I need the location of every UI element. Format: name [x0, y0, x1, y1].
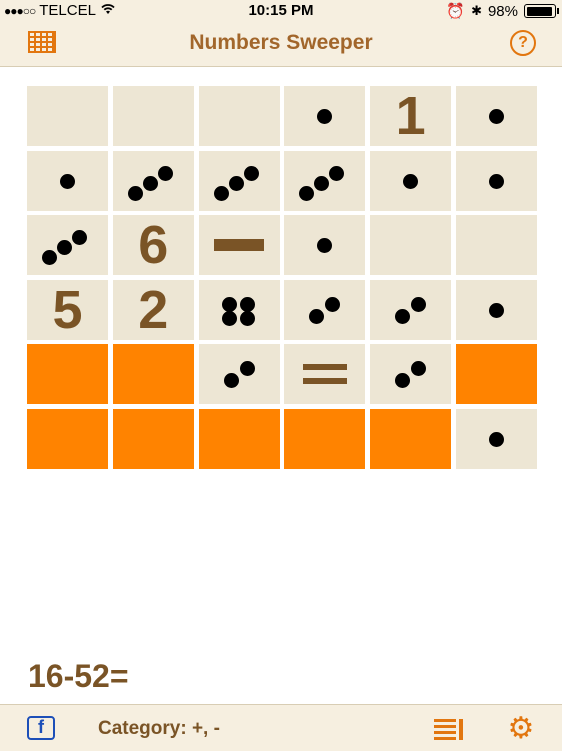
minus-icon — [214, 239, 265, 251]
board-cell[interactable] — [284, 344, 366, 404]
board-cell-dots[interactable] — [284, 86, 366, 146]
dot-icon — [239, 310, 255, 326]
dot-icon — [309, 308, 325, 324]
board-cell-hidden[interactable] — [27, 408, 108, 469]
dot-icon — [488, 431, 504, 447]
dot-icon — [72, 230, 87, 245]
expression-display: 16-52= — [28, 658, 129, 694]
dot-icon — [411, 361, 427, 376]
board-cell[interactable] — [455, 215, 537, 275]
board-cell-dots[interactable] — [27, 150, 108, 211]
dot-icon — [395, 373, 411, 388]
board-cell-dots[interactable] — [370, 150, 452, 211]
board-cell-dots[interactable] — [198, 344, 280, 404]
dot-icon — [243, 165, 259, 181]
help-icon[interactable]: ? — [510, 30, 536, 56]
board-cell-hidden[interactable] — [455, 344, 537, 404]
board-cell-hidden[interactable] — [112, 344, 194, 404]
category-label: Category: +, - — [98, 718, 220, 739]
status-bar: ●●●○○ TELCEL 10:15 PM ⏰ ✱ 98% — [0, 0, 562, 22]
alarm-icon: ⏰ — [446, 3, 466, 20]
dot-icon — [403, 173, 419, 189]
dot-icon — [157, 165, 173, 181]
dot-icon — [57, 240, 72, 255]
dot-icon — [221, 310, 237, 326]
dot-icon — [395, 308, 411, 324]
dot-icon — [127, 185, 143, 201]
dot-icon — [60, 173, 75, 189]
board-cell-dots[interactable] — [455, 86, 537, 146]
status-right: ⏰ ✱ 98% — [446, 2, 559, 20]
board-cell[interactable] — [198, 86, 280, 146]
dot-icon — [299, 185, 315, 201]
gear-icon[interactable]: ⚙ — [506, 714, 536, 744]
dot-icon — [488, 109, 504, 124]
dot-icon — [488, 302, 504, 318]
board-cell[interactable]: 1 — [370, 86, 452, 146]
board-cell-dots[interactable] — [455, 408, 537, 469]
dot-icon — [314, 175, 330, 191]
battery-percent: 98% — [487, 2, 518, 20]
board-cell-dots[interactable] — [284, 279, 366, 340]
dot-icon — [329, 165, 345, 181]
board-cell-dots[interactable] — [284, 215, 366, 275]
board-cell-hidden[interactable] — [370, 408, 452, 469]
battery-icon — [524, 4, 559, 18]
list-icon[interactable] — [434, 719, 464, 740]
game-board: 1652 — [27, 86, 537, 469]
dot-icon — [142, 175, 158, 191]
dot-icon — [42, 250, 57, 265]
board-cell-dots[interactable] — [198, 279, 280, 340]
board-cell[interactable]: 6 — [112, 215, 194, 275]
board-cell-hidden[interactable] — [27, 344, 108, 404]
cell-digit: 5 — [52, 279, 83, 340]
board-cell[interactable] — [27, 86, 108, 146]
board-cell[interactable] — [112, 86, 194, 146]
cell-digit: 1 — [395, 86, 426, 146]
dot-icon — [411, 296, 427, 312]
board-cell[interactable]: 5 — [27, 279, 108, 340]
board-cell-dots[interactable] — [370, 279, 452, 340]
board-cell[interactable]: 2 — [112, 279, 194, 340]
dot-icon — [488, 173, 504, 189]
page-title: Numbers Sweeper — [189, 31, 373, 54]
nav-bar: Numbers Sweeper ? — [0, 22, 562, 67]
board-cell[interactable] — [370, 215, 452, 275]
board-cell-dots[interactable] — [284, 150, 366, 211]
dot-icon — [317, 109, 333, 124]
dot-icon — [317, 238, 333, 253]
equals-icon — [302, 364, 347, 384]
dot-icon — [223, 373, 239, 388]
board-cell-dots[interactable] — [455, 150, 537, 211]
board-cell-dots[interactable] — [370, 344, 452, 404]
board-cell-dots[interactable] — [198, 150, 280, 211]
board-cell-hidden[interactable] — [198, 408, 280, 469]
board-cell-hidden[interactable] — [112, 408, 194, 469]
board-cell-hidden[interactable] — [284, 408, 366, 469]
dot-icon — [239, 296, 255, 312]
facebook-icon[interactable]: f — [27, 716, 55, 740]
dot-icon — [213, 185, 229, 201]
dot-icon — [239, 361, 255, 376]
dot-icon — [325, 296, 341, 312]
cell-digit: 2 — [138, 279, 169, 340]
cell-digit: 6 — [138, 215, 169, 275]
board-cell-dots[interactable] — [112, 150, 194, 211]
bluetooth-icon: ✱ — [471, 3, 482, 18]
dot-icon — [228, 175, 244, 191]
bottom-bar: f Category: +, - ⚙ — [0, 704, 562, 751]
board-cell[interactable] — [198, 215, 280, 275]
board-cell-dots[interactable] — [27, 215, 108, 275]
dot-icon — [221, 296, 237, 312]
board-cell-dots[interactable] — [455, 279, 537, 340]
